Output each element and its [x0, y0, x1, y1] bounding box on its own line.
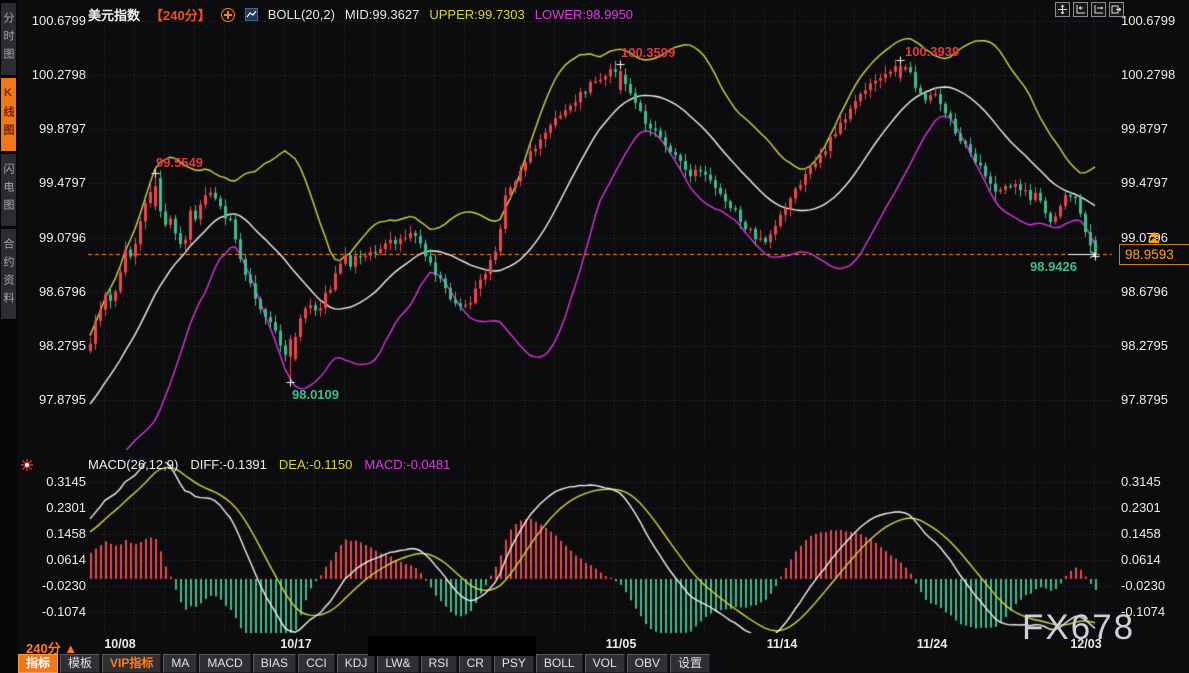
menu-item-ma[interactable]: MA: [163, 654, 197, 673]
menu-item-settings[interactable]: 设置: [670, 654, 710, 673]
y-axis-label-left: 97.8795: [6, 392, 86, 407]
macd-macd-value: MACD:-0.0481: [364, 457, 450, 472]
menu-item-template[interactable]: 模板: [60, 654, 100, 673]
sidebar-tab-time-chart[interactable]: 分时图: [1, 3, 16, 75]
sidebar-tab-kline-chart[interactable]: K线图: [1, 78, 16, 151]
low-annotation: 98.0109: [292, 387, 339, 402]
sidebar-tab-contract-info[interactable]: 合约资料: [1, 229, 16, 319]
price-badge-arrows-icon: [1148, 232, 1160, 244]
chart-toolbar: [1055, 2, 1124, 17]
pan-right-button[interactable]: [1109, 2, 1124, 17]
macd-axis-label-left: -0.0230: [6, 578, 86, 593]
period-label[interactable]: 【240分】: [150, 5, 211, 24]
axis-fit-right-icon: [1093, 4, 1104, 15]
menu-item-lw[interactable]: LW&: [377, 654, 418, 673]
macd-axis-label-left: 0.2301: [6, 500, 86, 515]
macd-diff-value: DIFF:-0.1391: [190, 457, 267, 472]
trading-app-window: 分时图 K线图 闪电图 合约资料 美元指数 【240分】 BOLL(20,2) …: [0, 0, 1189, 673]
macd-axis-label-left: 0.1458: [6, 526, 86, 541]
exit-right-icon: [1111, 4, 1122, 15]
mini-chart-icon[interactable]: [245, 8, 258, 21]
y-axis-label-left: 98.6796: [6, 284, 86, 299]
blackout-box: [368, 636, 536, 656]
x-axis-date: 11/14: [767, 637, 798, 651]
menu-item-cci[interactable]: CCI: [298, 654, 335, 673]
x-axis-date: 10/17: [280, 637, 311, 651]
x-axis-date: 12/03: [1070, 637, 1101, 651]
macd-header: MACD(26,12,9) DIFF:-0.1391 DEA:-0.1150 M…: [88, 457, 450, 472]
fit-y-axis-button[interactable]: [1073, 2, 1088, 17]
y-axis-label-left: 100.6799: [6, 13, 86, 28]
x-axis-date: 10/08: [104, 637, 135, 651]
x-axis-date: 11/05: [606, 637, 637, 651]
chart-header: 美元指数 【240分】 BOLL(20,2) MID:99.3627 UPPER…: [88, 5, 633, 24]
sidebar-tab-flash-chart[interactable]: 闪电图: [1, 154, 16, 226]
macd-axis-label-right: -0.1074: [1121, 604, 1189, 619]
y-axis-label-right: 99.8797: [1121, 121, 1189, 136]
boll-upper-value: UPPER:99.7303: [429, 7, 524, 22]
macd-axis-label-right: 0.1458: [1121, 526, 1189, 541]
menu-item-boll[interactable]: BOLL: [536, 654, 583, 673]
crosshair-button[interactable]: [1055, 2, 1070, 17]
menu-item-kdj[interactable]: KDJ: [337, 654, 376, 673]
x-axis-date: 11/24: [917, 637, 948, 651]
current-price-badge: 98.9593: [1119, 244, 1189, 265]
macd-axis-label-left: 0.0614: [6, 552, 86, 567]
circle-plus-icon[interactable]: [221, 8, 235, 22]
menu-item-rsi[interactable]: RSI: [421, 654, 457, 673]
axis-fit-left-icon: [1075, 4, 1086, 15]
boll-indicator-label: BOLL(20,2): [268, 7, 335, 22]
boll-mid-value: MID:99.3627: [345, 7, 419, 22]
candlestick-chart-canvas[interactable]: [0, 0, 1189, 673]
macd-axis-label-right: 0.0614: [1121, 552, 1189, 567]
macd-indicator-label: MACD(26,12,9): [88, 457, 178, 472]
menu-item-vip-indicator[interactable]: VIP指标: [102, 654, 161, 673]
macd-axis-label-right: 0.2301: [1121, 500, 1189, 515]
menu-item-indicator[interactable]: 指标: [18, 654, 58, 673]
boll-lower-value: LOWER:98.9950: [535, 7, 633, 22]
y-axis-label-right: 98.6796: [1121, 284, 1189, 299]
y-axis-label-right: 98.2795: [1121, 338, 1189, 353]
y-axis-label-left: 100.2798: [6, 67, 86, 82]
symbol-name: 美元指数: [88, 5, 140, 24]
menu-item-vol[interactable]: VOL: [585, 654, 625, 673]
macd-axis-label-left: -0.1074: [6, 604, 86, 619]
macd-axis-label-left: 0.3145: [6, 474, 86, 489]
indicator-settings-icon[interactable]: [20, 458, 34, 472]
y-axis-label-right: 97.8795: [1121, 392, 1189, 407]
y-axis-label-left: 99.8797: [6, 121, 86, 136]
indicator-menu-bar: 指标 模板 VIP指标 MA MACD BIAS CCI KDJ LW& RSI…: [18, 654, 710, 673]
macd-axis-label-right: -0.0230: [1121, 578, 1189, 593]
y-axis-label-right: 100.6799: [1121, 13, 1189, 28]
menu-item-obv[interactable]: OBV: [627, 654, 668, 673]
macd-axis-label-right: 0.3145: [1121, 474, 1189, 489]
chart-type-sidebar: 分时图 K线图 闪电图 合约资料: [0, 0, 17, 673]
y-axis-label-left: 98.2795: [6, 338, 86, 353]
high-annotation: 99.5549: [156, 155, 203, 170]
macd-dea-value: DEA:-0.1150: [279, 457, 352, 472]
y-axis-label-right: 100.2798: [1121, 67, 1189, 82]
high-annotation: 100.3939: [905, 44, 959, 59]
y-axis-label-left: 99.0796: [6, 230, 86, 245]
crosshair-icon: [1057, 4, 1068, 15]
low-annotation: 98.9426: [1030, 259, 1077, 274]
menu-item-macd[interactable]: MACD: [199, 654, 250, 673]
y-axis-label-left: 99.4797: [6, 175, 86, 190]
menu-item-bias[interactable]: BIAS: [253, 654, 296, 673]
high-annotation: 100.3599: [621, 45, 675, 60]
menu-item-cr[interactable]: CR: [459, 654, 492, 673]
fit-x-axis-button[interactable]: [1091, 2, 1106, 17]
y-axis-label-right: 99.4797: [1121, 175, 1189, 190]
menu-item-psy[interactable]: PSY: [494, 654, 534, 673]
